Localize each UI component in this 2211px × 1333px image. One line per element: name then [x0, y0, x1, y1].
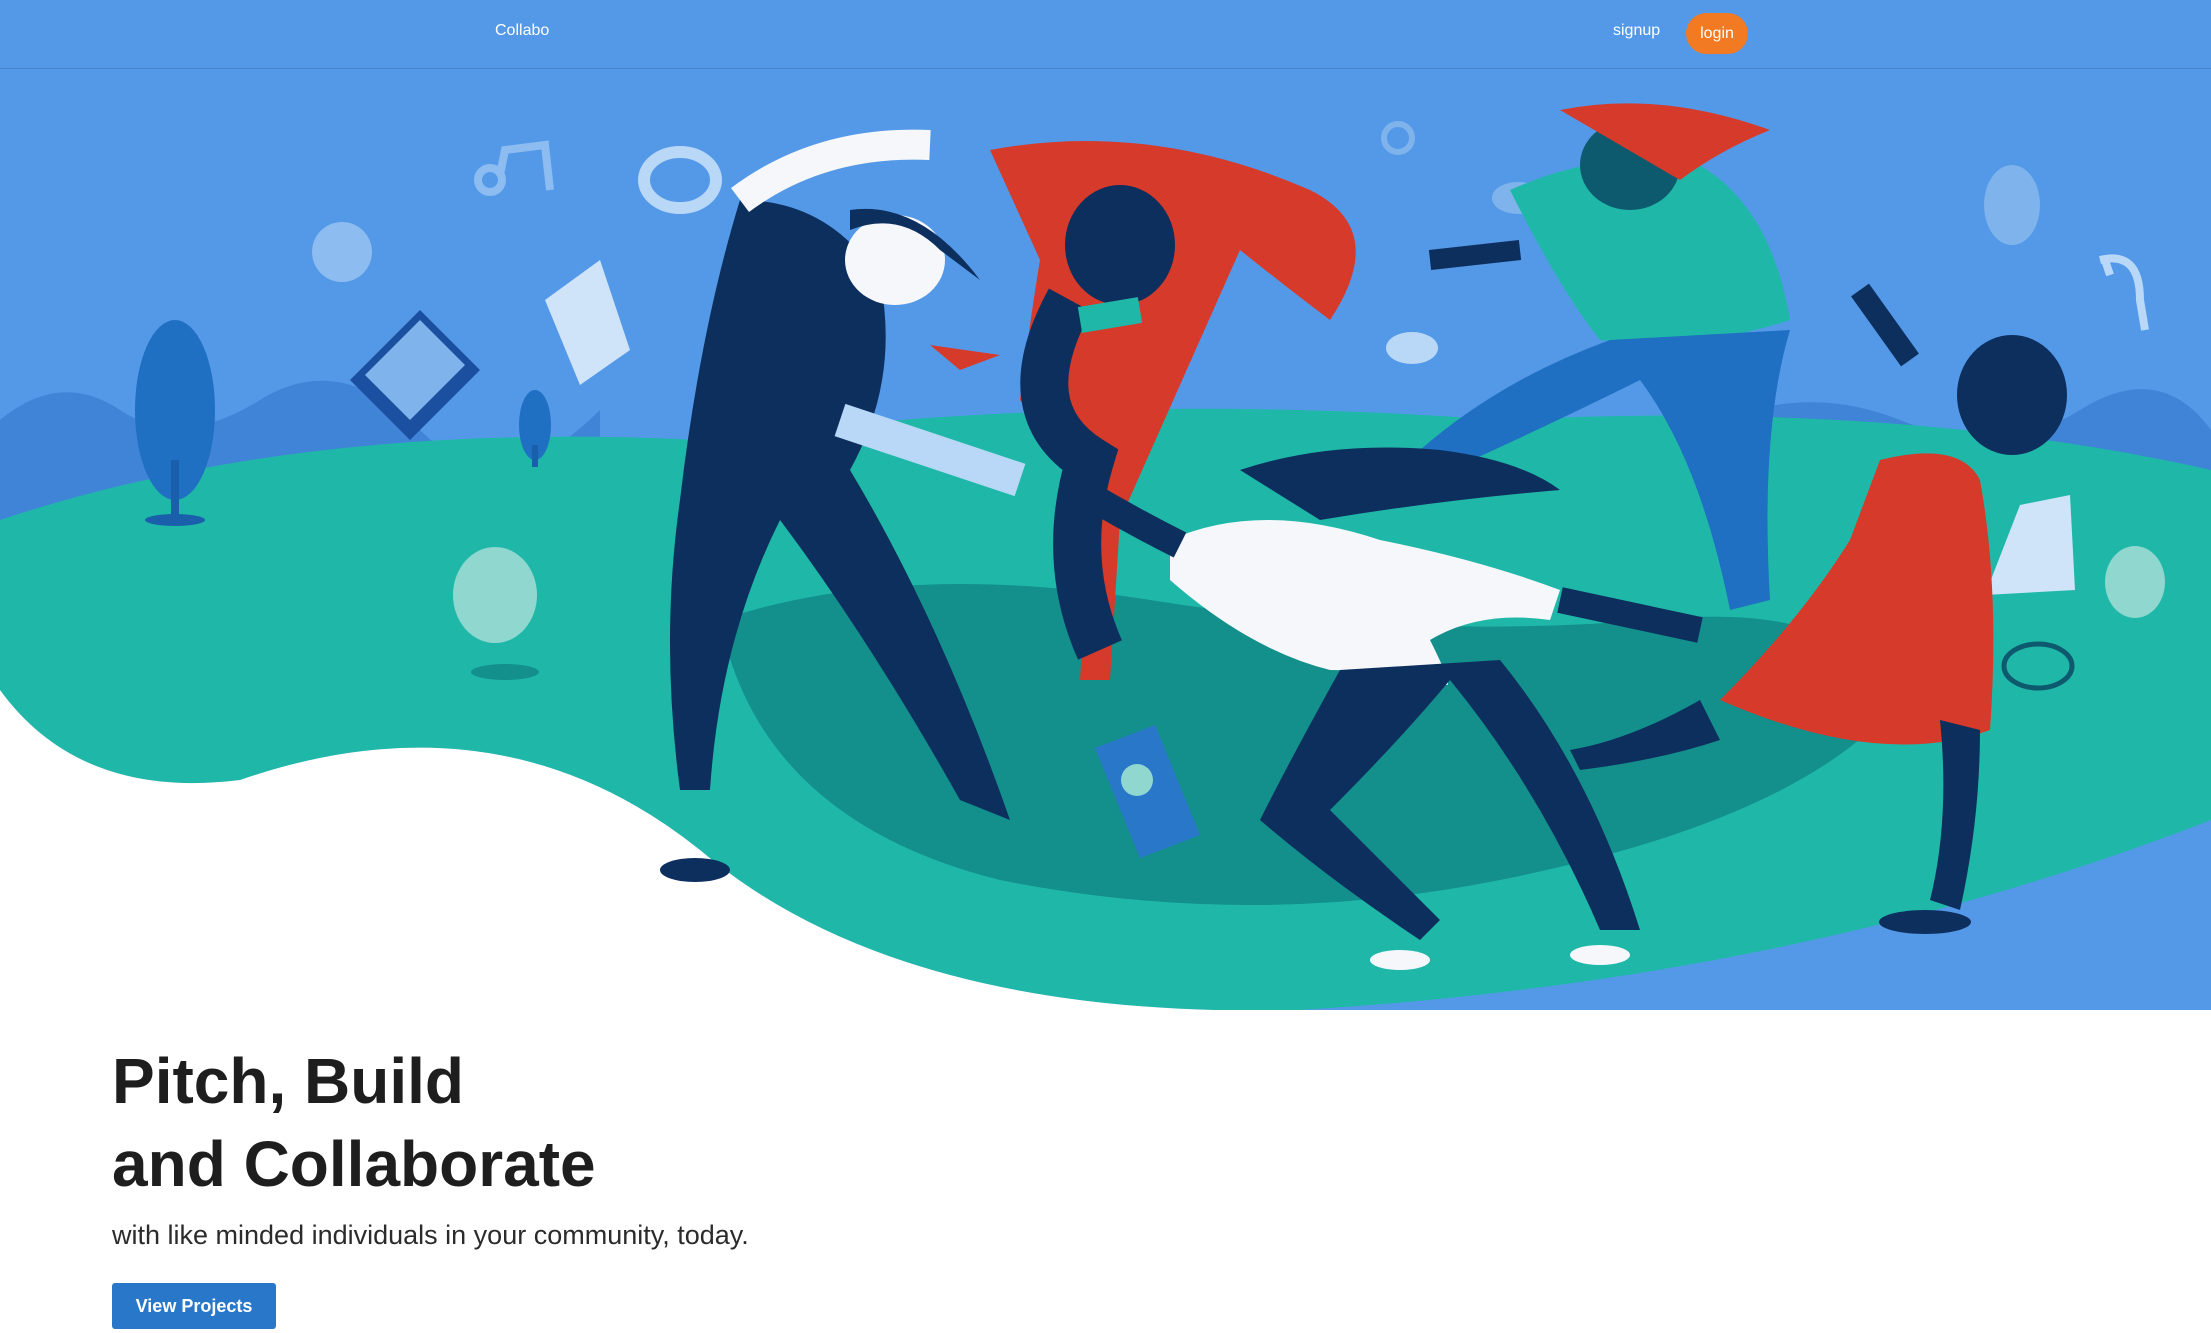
- hero-illustration: [0, 0, 2211, 1010]
- tool-badge-icon: [453, 547, 537, 643]
- login-button[interactable]: login: [1686, 13, 1748, 54]
- signup-link[interactable]: signup: [1613, 22, 1660, 40]
- view-projects-button[interactable]: View Projects: [112, 1283, 276, 1329]
- disc-icon: [1386, 332, 1438, 364]
- hero-headline: Pitch, Build and Collaborate: [112, 1040, 596, 1206]
- cursor-badge-icon: [1984, 165, 2040, 245]
- headline-line-2: and Collaborate: [112, 1128, 596, 1200]
- phone-screen-icon: [1121, 764, 1153, 796]
- hero-subtext: with like minded individuals in your com…: [112, 1220, 749, 1250]
- tool-badge-shadow: [471, 664, 539, 680]
- brand-logo[interactable]: Collabo: [495, 22, 549, 40]
- play-icon: [2105, 546, 2165, 618]
- top-navbar: Collabo signup login: [0, 0, 2211, 69]
- headline-line-1: Pitch, Build: [112, 1045, 464, 1117]
- calculator-icon: [312, 222, 372, 282]
